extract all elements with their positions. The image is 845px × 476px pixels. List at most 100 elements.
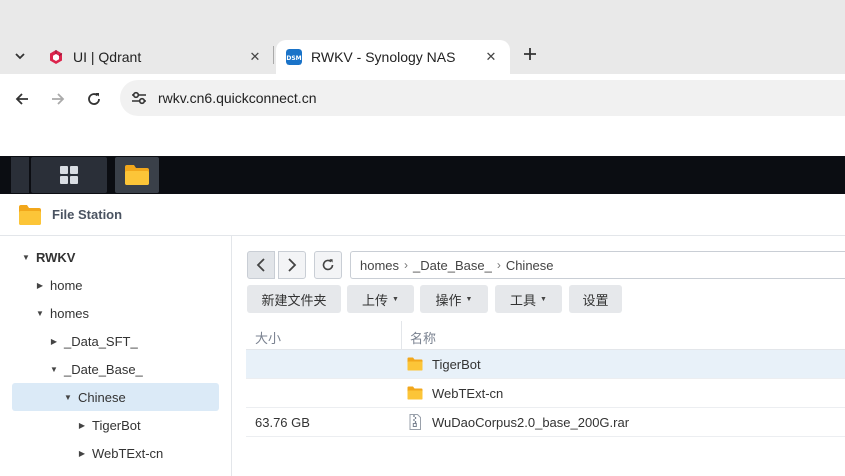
button-label: 上传 — [362, 292, 389, 308]
tree-item-webtext-cn[interactable]: ▶ WebTExt-cn — [12, 439, 219, 467]
button-label: 操作 — [435, 292, 462, 308]
arrow-left-icon — [15, 93, 28, 105]
chevron-down-icon — [15, 53, 25, 60]
tab-strip: UI | Qdrant ✕ DSM RWKV - Synology NAS ✕ — [0, 36, 845, 74]
tree-item-date-base[interactable]: ▼ _Date_Base_ — [12, 355, 219, 383]
caret-down-icon: ▼ — [540, 295, 547, 303]
file-size: 63.76 GB — [255, 415, 310, 430]
archive-file-icon — [409, 414, 421, 430]
caret-right-icon[interactable]: ▶ — [34, 281, 46, 290]
tree-item-label: WebTExt-cn — [92, 445, 164, 461]
qdrant-icon — [50, 50, 63, 64]
settings-button[interactable]: 设置 — [569, 285, 622, 313]
caret-down-icon[interactable]: ▼ — [20, 253, 32, 262]
reload-button[interactable] — [81, 86, 107, 112]
folder-icon — [125, 165, 149, 185]
svg-text:DSM: DSM — [286, 55, 301, 62]
browser-titlebar — [0, 0, 845, 36]
folder-icon — [407, 357, 423, 371]
tab-title: RWKV - Synology NAS — [311, 49, 456, 65]
plus-icon — [524, 48, 536, 60]
caret-down-icon: ▼ — [465, 295, 473, 303]
breadcrumb-item[interactable]: _Date_Base_ — [413, 258, 492, 273]
button-label: 工具 — [510, 292, 537, 308]
breadcrumb-item[interactable]: homes — [360, 258, 399, 273]
arrow-right-icon — [52, 93, 65, 105]
folder-icon — [407, 386, 423, 400]
reload-icon — [88, 93, 100, 105]
refresh-button[interactable] — [314, 251, 342, 279]
tree-item-home[interactable]: ▶ home — [12, 271, 219, 299]
tree-item-label: TigerBot — [92, 417, 141, 433]
column-header-size[interactable]: 大小 — [255, 328, 281, 347]
file-name: WebTExt-cn — [432, 386, 504, 401]
close-icon[interactable]: ✕ — [482, 49, 500, 65]
refresh-icon — [322, 259, 334, 271]
tree-item-label: _Data_SFT_ — [64, 333, 138, 349]
caret-down-icon[interactable]: ▼ — [48, 365, 60, 374]
tree-item-label: _Date_Base_ — [64, 361, 143, 377]
forward-button[interactable] — [45, 86, 71, 112]
tab-synology[interactable]: DSM RWKV - Synology NAS ✕ — [276, 40, 510, 74]
taskbar-edge — [11, 157, 29, 193]
forward-button[interactable] — [278, 251, 306, 279]
column-divider[interactable] — [401, 321, 402, 350]
breadcrumb-item[interactable]: Chinese — [506, 258, 554, 273]
table-row[interactable]: TigerBot — [246, 350, 845, 379]
back-button[interactable] — [9, 86, 35, 112]
tab-list-button[interactable] — [8, 44, 32, 68]
tab-divider — [273, 46, 274, 64]
caret-down-icon[interactable]: ▼ — [34, 309, 46, 318]
breadcrumb: homes › _Date_Base_ › Chinese — [350, 251, 845, 279]
taskbar-file-station-button[interactable] — [115, 157, 159, 193]
tree-item-homes[interactable]: ▼ homes — [12, 299, 219, 327]
column-header-name[interactable]: 名称 — [410, 328, 436, 347]
bookmark-bar — [0, 124, 845, 156]
button-label: 新建文件夹 — [261, 292, 327, 308]
file-list-pane: homes › _Date_Base_ › Chinese 新建文件夹 上传 ▼ … — [232, 236, 845, 476]
dsm-icon: DSM — [286, 49, 302, 65]
tree-item-label: RWKV — [36, 249, 76, 265]
main-menu-button[interactable] — [31, 157, 107, 193]
file-station-header: File Station — [0, 194, 845, 236]
back-button[interactable] — [247, 251, 275, 279]
folder-icon — [19, 204, 41, 225]
browser-toolbar: rwkv.cn6.quickconnect.cn — [0, 74, 845, 124]
new-tab-button[interactable] — [518, 42, 542, 66]
chevron-right-icon: › — [496, 258, 501, 272]
caret-down-icon[interactable]: ▼ — [62, 393, 74, 402]
chevron-right-icon: › — [404, 258, 409, 272]
caret-right-icon[interactable]: ▶ — [76, 449, 88, 458]
tree-item-label: home — [50, 277, 83, 293]
address-bar[interactable]: rwkv.cn6.quickconnect.cn — [120, 80, 845, 116]
upload-button[interactable]: 上传 ▼ — [347, 285, 414, 313]
folder-tree: ▼ RWKV ▶ home ▼ homes ▶ _Data_SFT_ ▼ _Da… — [0, 236, 232, 476]
caret-right-icon[interactable]: ▶ — [76, 421, 88, 430]
tools-button[interactable]: 工具 ▼ — [495, 285, 562, 313]
action-button[interactable]: 操作 ▼ — [420, 285, 488, 313]
file-name: WuDaoCorpus2.0_base_200G.rar — [432, 415, 630, 430]
tree-item-label: homes — [50, 305, 90, 321]
caret-down-icon: ▼ — [392, 295, 399, 303]
tree-item-tigerbot[interactable]: ▶ TigerBot — [12, 411, 219, 439]
tree-item-rwkv[interactable]: ▼ RWKV — [12, 243, 219, 271]
tree-item-data-sft[interactable]: ▶ _Data_SFT_ — [12, 327, 219, 355]
caret-right-icon[interactable]: ▶ — [48, 337, 60, 346]
dsm-taskbar — [0, 156, 845, 194]
site-info-icon[interactable] — [130, 90, 148, 106]
url-text: rwkv.cn6.quickconnect.cn — [158, 90, 317, 106]
list-header: 大小 名称 — [246, 321, 845, 350]
close-icon[interactable]: ✕ — [246, 49, 264, 65]
tab-qdrant[interactable]: UI | Qdrant ✕ — [38, 40, 274, 74]
tab-title: UI | Qdrant — [73, 49, 142, 65]
table-row[interactable]: WebTExt-cn — [246, 379, 845, 408]
chevron-left-icon — [256, 258, 265, 272]
new-folder-button[interactable]: 新建文件夹 — [247, 285, 341, 313]
table-row[interactable]: 63.76 GB WuDaoCorpus2.0_base_200G.rar — [246, 408, 845, 437]
file-name: TigerBot — [432, 357, 481, 372]
tree-item-chinese[interactable]: ▼ Chinese — [12, 383, 219, 411]
app-title: File Station — [52, 207, 123, 222]
button-label: 设置 — [582, 292, 609, 308]
tree-item-label: Chinese — [78, 389, 126, 405]
main-menu-icon — [60, 166, 78, 184]
